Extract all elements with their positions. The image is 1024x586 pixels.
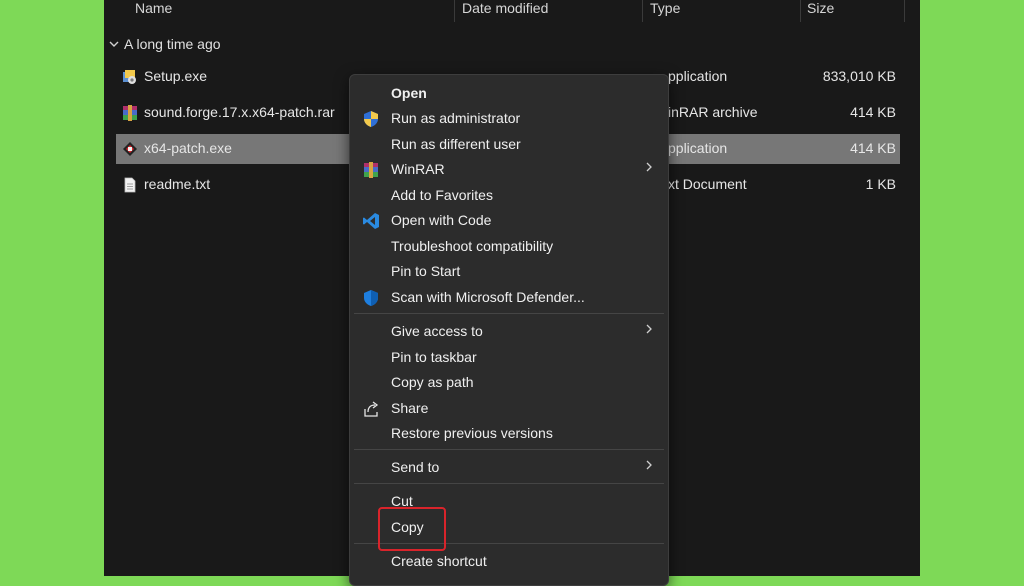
- file-type-rar: inRAR archive: [668, 104, 757, 120]
- chevron-down-icon: [109, 41, 119, 47]
- vscode-icon: [363, 213, 379, 229]
- menu-item-restore-previous-versions[interactable]: Restore previous versions: [354, 421, 664, 446]
- group-header-long-time-ago[interactable]: A long time ago: [108, 36, 221, 52]
- file-name: sound.forge.17.x.x64-patch.rar: [144, 104, 335, 120]
- file-type-setup: pplication: [668, 68, 727, 84]
- column-header-size-label: Size: [807, 0, 835, 16]
- menu-item-label: Share: [391, 400, 429, 416]
- file-size: 414 KB: [850, 104, 896, 120]
- column-divider[interactable]: [904, 0, 905, 22]
- menu-separator: [354, 483, 664, 484]
- column-header-type-label: Type: [650, 0, 681, 16]
- file-name: readme.txt: [144, 176, 211, 192]
- menu-item-label: Run as different user: [391, 136, 521, 152]
- menu-item-label: Restore previous versions: [391, 425, 553, 441]
- menu-item-create-shortcut[interactable]: Create shortcut: [354, 549, 664, 574]
- uac-shield-icon: [364, 111, 378, 127]
- menu-item-label: Create shortcut: [391, 553, 487, 569]
- file-size: 414 KB: [850, 140, 896, 156]
- chevron-right-icon: [646, 460, 652, 470]
- menu-item-pin-to-start[interactable]: Pin to Start: [354, 259, 664, 284]
- menu-item-winrar[interactable]: WinRAR: [354, 157, 664, 182]
- column-divider[interactable]: [800, 0, 801, 22]
- group-header-label: A long time ago: [124, 36, 221, 52]
- file-size: 1 KB: [865, 176, 896, 192]
- column-divider[interactable]: [642, 0, 643, 22]
- column-header-date-label: Date modified: [462, 0, 549, 16]
- menu-item-open[interactable]: Open: [354, 81, 664, 106]
- setup-exe-icon: [123, 70, 136, 84]
- menu-item-label: Run as administrator: [391, 110, 521, 126]
- chevron-right-icon: [646, 162, 652, 172]
- share-icon: [364, 401, 379, 417]
- menu-item-add-to-favorites[interactable]: Add to Favorites: [354, 183, 664, 208]
- copy-highlight-annotation: [378, 507, 446, 551]
- menu-item-label: Pin to Start: [391, 263, 461, 279]
- column-header-date-modified[interactable]: Date modified: [462, 0, 548, 24]
- menu-item-run-as-different-user[interactable]: Run as different user: [354, 132, 664, 157]
- menu-item-label: Open: [391, 85, 427, 101]
- menu-item-label: Send to: [391, 459, 440, 475]
- file-type-readme: xt Document: [668, 176, 747, 192]
- column-header-type[interactable]: Type: [650, 0, 680, 24]
- file-type-label: pplication: [668, 68, 728, 84]
- rar-archive-icon: [123, 105, 137, 121]
- defender-shield-icon: [364, 290, 378, 306]
- menu-item-scan-with-defender[interactable]: Scan with Microsoft Defender...: [354, 285, 664, 310]
- text-document-icon: [124, 177, 136, 193]
- column-header-name[interactable]: Name: [135, 0, 172, 24]
- menu-item-label: Open with Code: [391, 212, 492, 228]
- menu-item-troubleshoot-compatibility[interactable]: Troubleshoot compatibility: [354, 234, 664, 259]
- winrar-icon: [364, 162, 378, 178]
- file-type-label: xt Document: [668, 176, 747, 192]
- file-type-patch: pplication: [668, 140, 727, 156]
- column-header-name-label: Name: [135, 0, 173, 16]
- menu-separator: [354, 313, 664, 314]
- file-size: 833,010 KB: [822, 68, 896, 84]
- menu-item-label: Pin to taskbar: [391, 349, 477, 365]
- column-header-size[interactable]: Size: [807, 0, 834, 24]
- chevron-right-icon: [646, 324, 652, 334]
- column-divider[interactable]: [454, 0, 455, 22]
- menu-item-label: WinRAR: [391, 161, 445, 177]
- menu-item-pin-to-taskbar[interactable]: Pin to taskbar: [354, 345, 664, 370]
- menu-item-give-access-to[interactable]: Give access to: [354, 319, 664, 344]
- menu-item-label: Troubleshoot compatibility: [391, 238, 554, 254]
- menu-item-label: Add to Favorites: [391, 187, 493, 203]
- menu-item-open-with-code[interactable]: Open with Code: [354, 208, 664, 233]
- menu-item-send-to[interactable]: Send to: [354, 455, 664, 480]
- menu-item-label: Scan with Microsoft Defender...: [391, 289, 585, 305]
- menu-item-label: Give access to: [391, 323, 483, 339]
- menu-item-label: Copy as path: [391, 374, 474, 390]
- patch-exe-icon: [123, 142, 137, 156]
- file-type-label: inRAR archive: [668, 104, 758, 120]
- file-name: x64-patch.exe: [144, 140, 232, 156]
- menu-item-run-as-administrator[interactable]: Run as administrator: [354, 106, 664, 131]
- file-name: Setup.exe: [144, 68, 208, 84]
- menu-item-copy-as-path[interactable]: Copy as path: [354, 370, 664, 395]
- menu-separator: [354, 449, 664, 450]
- file-type-label: pplication: [668, 140, 728, 156]
- menu-item-share[interactable]: Share: [354, 396, 664, 421]
